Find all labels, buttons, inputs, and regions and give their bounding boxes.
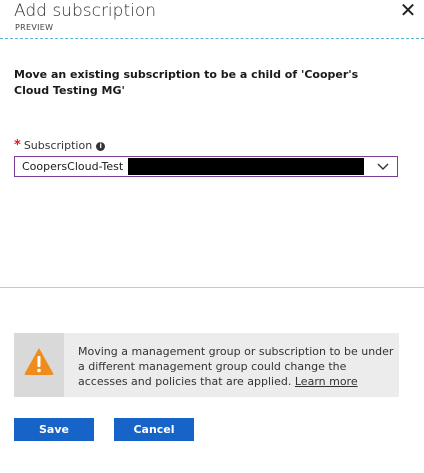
blade-header: Add subscription PREVIEW ✕ [0,0,424,39]
footer-divider [0,287,424,288]
warning-triangle-icon [24,348,54,375]
blade-description: Move an existing subscription to be a ch… [14,68,359,97]
add-subscription-blade: Add subscription PREVIEW ✕ Move an exist… [0,0,424,473]
warning-icon-area [14,333,64,397]
required-marker: * [14,138,21,153]
blade-title: Add subscription [14,1,157,21]
subscription-dropdown[interactable]: CoopersCloud-Test [14,156,398,177]
warning-banner: Moving a management group or subscriptio… [14,333,399,397]
save-button[interactable]: Save [14,418,94,441]
preview-label: PREVIEW [15,23,54,32]
subscription-label-row: * Subscription i [14,138,106,153]
subscription-selected-value: CoopersCloud-Test [22,160,124,173]
subscription-label: Subscription [23,139,93,152]
info-icon[interactable]: i [96,142,106,151]
warning-text: Moving a management group or subscriptio… [78,344,394,389]
learn-more-link[interactable]: Learn more [295,375,358,388]
chevron-down-icon [377,163,389,170]
cancel-button[interactable]: Cancel [114,418,194,441]
redaction-box [128,158,364,175]
close-icon[interactable]: ✕ [398,0,418,20]
